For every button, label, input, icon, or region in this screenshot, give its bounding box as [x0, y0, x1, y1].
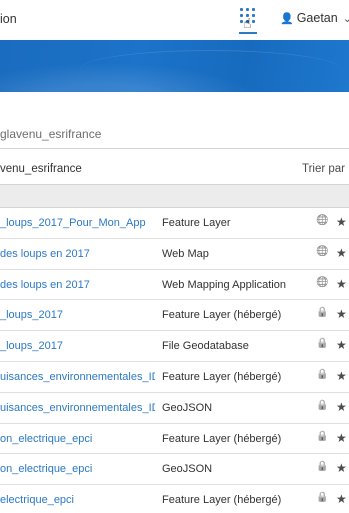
nav-link-partial[interactable]: ion	[0, 12, 17, 26]
item-title-link[interactable]: _loups_2017	[0, 340, 155, 352]
lock-icon: 🔒	[316, 492, 329, 504]
table-row[interactable]: electrique_epci Feature Layer (hébergé) 🔒 ★	[0, 485, 349, 513]
user-menu[interactable]: 👤 Gaetan ⌄	[280, 10, 349, 26]
table-row[interactable]: on_electrique_epci Feature Layer (hébergé…	[0, 424, 349, 455]
lock-icon: 🔒	[316, 399, 329, 411]
lock-icon: 🔒	[316, 338, 329, 350]
globe-icon: 🌐	[316, 276, 329, 288]
lock-icon: 🔒	[316, 307, 329, 319]
star-icon[interactable]: ★	[336, 338, 347, 352]
item-title-link[interactable]: on_electrique_epci	[0, 433, 155, 445]
star-icon[interactable]: ★	[336, 492, 347, 506]
item-title-link[interactable]: uisances_environnementales_IDF	[0, 402, 155, 414]
lock-icon: 🔒	[316, 461, 329, 473]
item-title-link[interactable]: des loups en 2017	[0, 279, 155, 291]
table-header-band	[0, 185, 349, 207]
table-row[interactable]: _loups_2017 File Geodatabase 🔒 ★	[0, 331, 349, 362]
star-icon[interactable]: ★	[336, 277, 347, 291]
table-row[interactable]: des loups en 2017 Web Map 🌐 ★	[0, 239, 349, 270]
table-row[interactable]: _loups_2017_Pour_Mon_App Feature Layer 🌐 ★	[0, 208, 349, 239]
lock-icon: 🔒	[316, 430, 329, 442]
table-row[interactable]: _loups_2017 Feature Layer (hébergé) 🔒 ★	[0, 300, 349, 332]
globe-icon: 🌐	[316, 245, 329, 257]
search-input[interactable]: glavenu_esrifrance	[0, 127, 101, 141]
owner-filter-label: venu_esrifrance	[0, 163, 82, 175]
item-title-link[interactable]: on_electrique_epci	[0, 463, 155, 475]
sort-button[interactable]: Trier par	[302, 163, 345, 175]
item-title-link[interactable]: _loups_2017_Pour_Mon_App	[0, 217, 155, 229]
globe-icon: 🌐	[316, 215, 329, 226]
table-row[interactable]: uisances_environnementales_IDF Feature La…	[0, 362, 349, 393]
star-icon[interactable]: ★	[336, 307, 347, 321]
lock-icon: 🔒	[316, 368, 329, 380]
table-row[interactable]: des loups en 2017 Web Mapping Application…	[0, 270, 349, 301]
item-type: GeoJSON	[162, 401, 213, 414]
item-type: File Geodatabase	[162, 340, 249, 353]
apps-active-indicator	[239, 32, 257, 34]
item-type: Feature Layer	[162, 217, 231, 229]
top-navigation-bar: ion ☝ 👤 Gaetan ⌄	[0, 0, 349, 40]
item-type: Web Mapping Application	[162, 278, 286, 291]
table-row[interactable]: on_electrique_epci GeoJSON 🔒 ★	[0, 454, 349, 486]
item-type: Feature Layer (hébergé)	[162, 494, 282, 507]
star-icon[interactable]: ★	[336, 215, 347, 229]
chevron-down-icon: ⌄	[342, 12, 349, 25]
item-title-link[interactable]: des loups en 2017	[0, 248, 155, 260]
star-icon[interactable]: ★	[336, 461, 347, 475]
star-icon[interactable]: ★	[336, 400, 347, 414]
user-name: Gaetan	[296, 11, 338, 25]
star-icon[interactable]: ★	[336, 246, 347, 260]
item-type: GeoJSON	[162, 463, 213, 476]
star-icon[interactable]: ★	[336, 369, 347, 383]
item-title-link[interactable]: _loups_2017	[0, 309, 155, 321]
star-icon[interactable]: ★	[336, 431, 347, 445]
header-banner	[0, 40, 349, 92]
user-icon: 👤	[280, 12, 294, 25]
item-type: Feature Layer (hébergé)	[162, 309, 282, 322]
content-list: _loups_2017_Pour_Mon_App Feature Layer 🌐 ★ d…	[0, 208, 349, 513]
table-row[interactable]: uisances_environnementales_IDF GeoJSON 🔒 ★	[0, 393, 349, 424]
item-title-link[interactable]: uisances_environnementales_IDF	[0, 371, 155, 383]
item-type: Web Map	[162, 247, 209, 260]
divider	[0, 148, 349, 149]
item-type: Feature Layer (hébergé)	[162, 370, 282, 383]
item-title-link[interactable]: electrique_epci	[0, 494, 155, 506]
hand-cursor-icon: ☝	[243, 15, 252, 31]
item-type: Feature Layer (hébergé)	[162, 432, 282, 445]
